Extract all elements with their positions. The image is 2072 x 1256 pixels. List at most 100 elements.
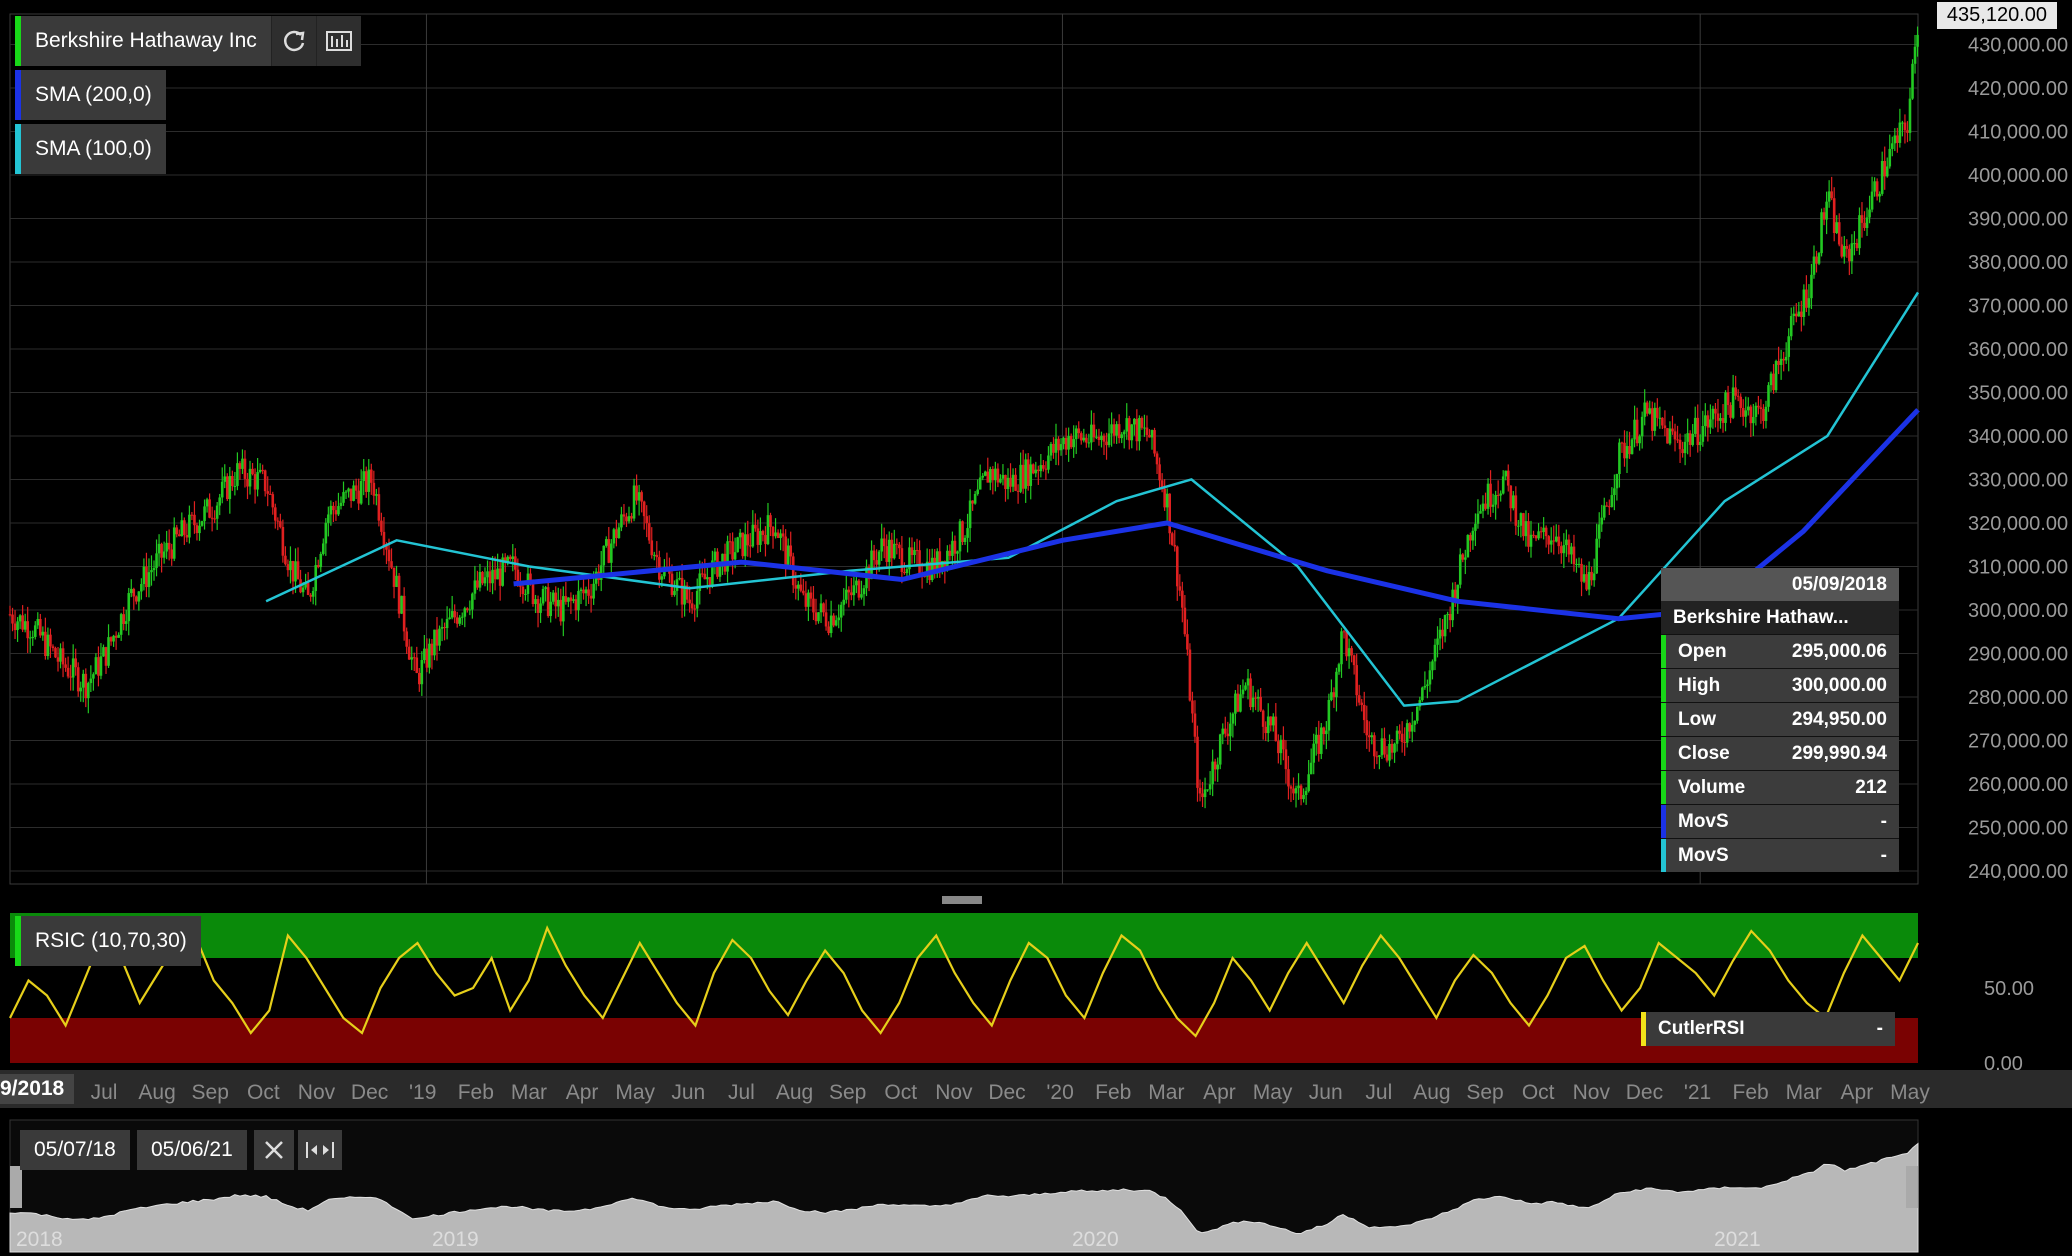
- candle-body: [1239, 694, 1242, 712]
- candle-body: [632, 485, 636, 519]
- price-tick-label: 330,000.00: [1968, 469, 2068, 491]
- candle-body: [754, 524, 757, 529]
- close-icon[interactable]: [254, 1130, 294, 1170]
- candle-body: [1693, 417, 1697, 434]
- candle-body: [1782, 358, 1785, 361]
- candle-body: [1019, 464, 1022, 492]
- candle-body: [1398, 730, 1401, 734]
- candle-body: [688, 599, 691, 604]
- candle-body: [706, 577, 709, 580]
- candle-body: [1067, 436, 1070, 450]
- price-tick-label: 400,000.00: [1968, 165, 2068, 187]
- candle-body: [1165, 493, 1169, 508]
- candle-body: [306, 582, 310, 595]
- candle-body: [1865, 217, 1869, 228]
- candle-body: [991, 468, 995, 481]
- candle-body: [142, 566, 146, 585]
- candle-body: [915, 550, 919, 552]
- rsi-legend[interactable]: RSIC (10,70,30): [15, 916, 201, 966]
- candle-body: [1666, 428, 1669, 444]
- candle-body: [51, 646, 55, 649]
- candle-body: [430, 643, 434, 656]
- candle-body: [54, 648, 57, 658]
- candle-body: [1504, 470, 1508, 477]
- candle-body: [215, 505, 219, 519]
- candle-body: [1304, 790, 1308, 795]
- candle-body: [263, 470, 267, 492]
- candle-body: [99, 656, 103, 676]
- candle-body: [1246, 678, 1250, 686]
- candle-body: [640, 492, 643, 502]
- candle-body: [862, 588, 866, 595]
- sma100-legend[interactable]: SMA (100,0): [15, 124, 166, 174]
- candle-body: [450, 611, 454, 618]
- candle-body: [850, 592, 853, 596]
- candle-body: [675, 579, 679, 591]
- candle-body: [1115, 424, 1118, 436]
- tooltip-row-value: 300,000.00: [1791, 674, 1887, 696]
- tooltip-row-key: Low: [1678, 708, 1716, 730]
- candle-body: [726, 541, 729, 572]
- candle-body: [405, 631, 408, 647]
- candle-body: [140, 584, 143, 592]
- candle-body: [857, 580, 861, 598]
- candle-body: [743, 534, 747, 557]
- candle-body: [1277, 741, 1280, 754]
- time-axis-label: Feb: [1095, 1081, 1131, 1104]
- candle-body: [1893, 135, 1897, 144]
- candle-body: [74, 658, 77, 668]
- candle-body: [87, 683, 90, 699]
- candle-body: [1774, 361, 1778, 391]
- candle-body: [1623, 442, 1626, 459]
- candle-body: [210, 517, 214, 519]
- candle-body: [652, 554, 656, 556]
- candle-body: [1853, 243, 1856, 245]
- candle-body: [455, 617, 459, 624]
- candle-body: [1837, 222, 1841, 245]
- tooltip-row: Low 294,950.00: [1661, 702, 1899, 736]
- candle-body: [827, 626, 830, 634]
- price-tick-label: 340,000.00: [1968, 426, 2068, 448]
- price-tick-label: 240,000.00: [1968, 861, 2068, 883]
- candle-body: [855, 580, 858, 586]
- refresh-icon[interactable]: [270, 16, 316, 66]
- candle-body: [1524, 521, 1528, 537]
- candle-body: [486, 571, 489, 578]
- candle-body: [1458, 554, 1462, 585]
- from-date-field[interactable]: 05/07/18: [20, 1130, 130, 1170]
- candle-body: [1193, 713, 1197, 737]
- time-axis-label: Jul: [91, 1081, 118, 1104]
- candle-body: [33, 625, 37, 637]
- symbol-legend[interactable]: Berkshire Hathaway Inc: [15, 16, 361, 66]
- candle-body: [1696, 417, 1700, 446]
- candle-body: [1469, 534, 1472, 541]
- candle-body: [1241, 689, 1245, 695]
- candle-body: [203, 506, 206, 522]
- candle-body: [1802, 289, 1806, 318]
- candle-body: [236, 463, 239, 486]
- navigator-year-label: 2020: [1072, 1228, 1119, 1251]
- candle-body: [556, 599, 560, 607]
- candle-body: [852, 585, 856, 596]
- candle-body: [1688, 433, 1692, 445]
- candle-body: [190, 514, 194, 516]
- candle-body: [508, 556, 512, 560]
- time-axis-label: Mar: [1786, 1081, 1822, 1104]
- candle-body: [1557, 536, 1561, 547]
- candle-body: [670, 573, 674, 595]
- sma200-legend[interactable]: SMA (200,0): [15, 70, 166, 120]
- data-tooltip: 05/09/2018 Berkshire Hathaw... Open 295,0…: [1661, 568, 1899, 872]
- time-axis-label: '20: [1046, 1081, 1073, 1104]
- fit-range-icon[interactable]: [298, 1130, 342, 1170]
- candle-body: [736, 537, 739, 553]
- chart-settings-icon[interactable]: [315, 16, 361, 66]
- candle-body: [327, 514, 330, 523]
- to-date-field[interactable]: 05/06/21: [137, 1130, 247, 1170]
- candle-body: [1393, 743, 1396, 753]
- candle-body: [678, 577, 681, 580]
- candle-body: [695, 590, 699, 609]
- candle-body: [1764, 406, 1768, 421]
- candle-body: [468, 609, 472, 611]
- candle-body: [1777, 361, 1780, 365]
- candle-body: [23, 621, 27, 630]
